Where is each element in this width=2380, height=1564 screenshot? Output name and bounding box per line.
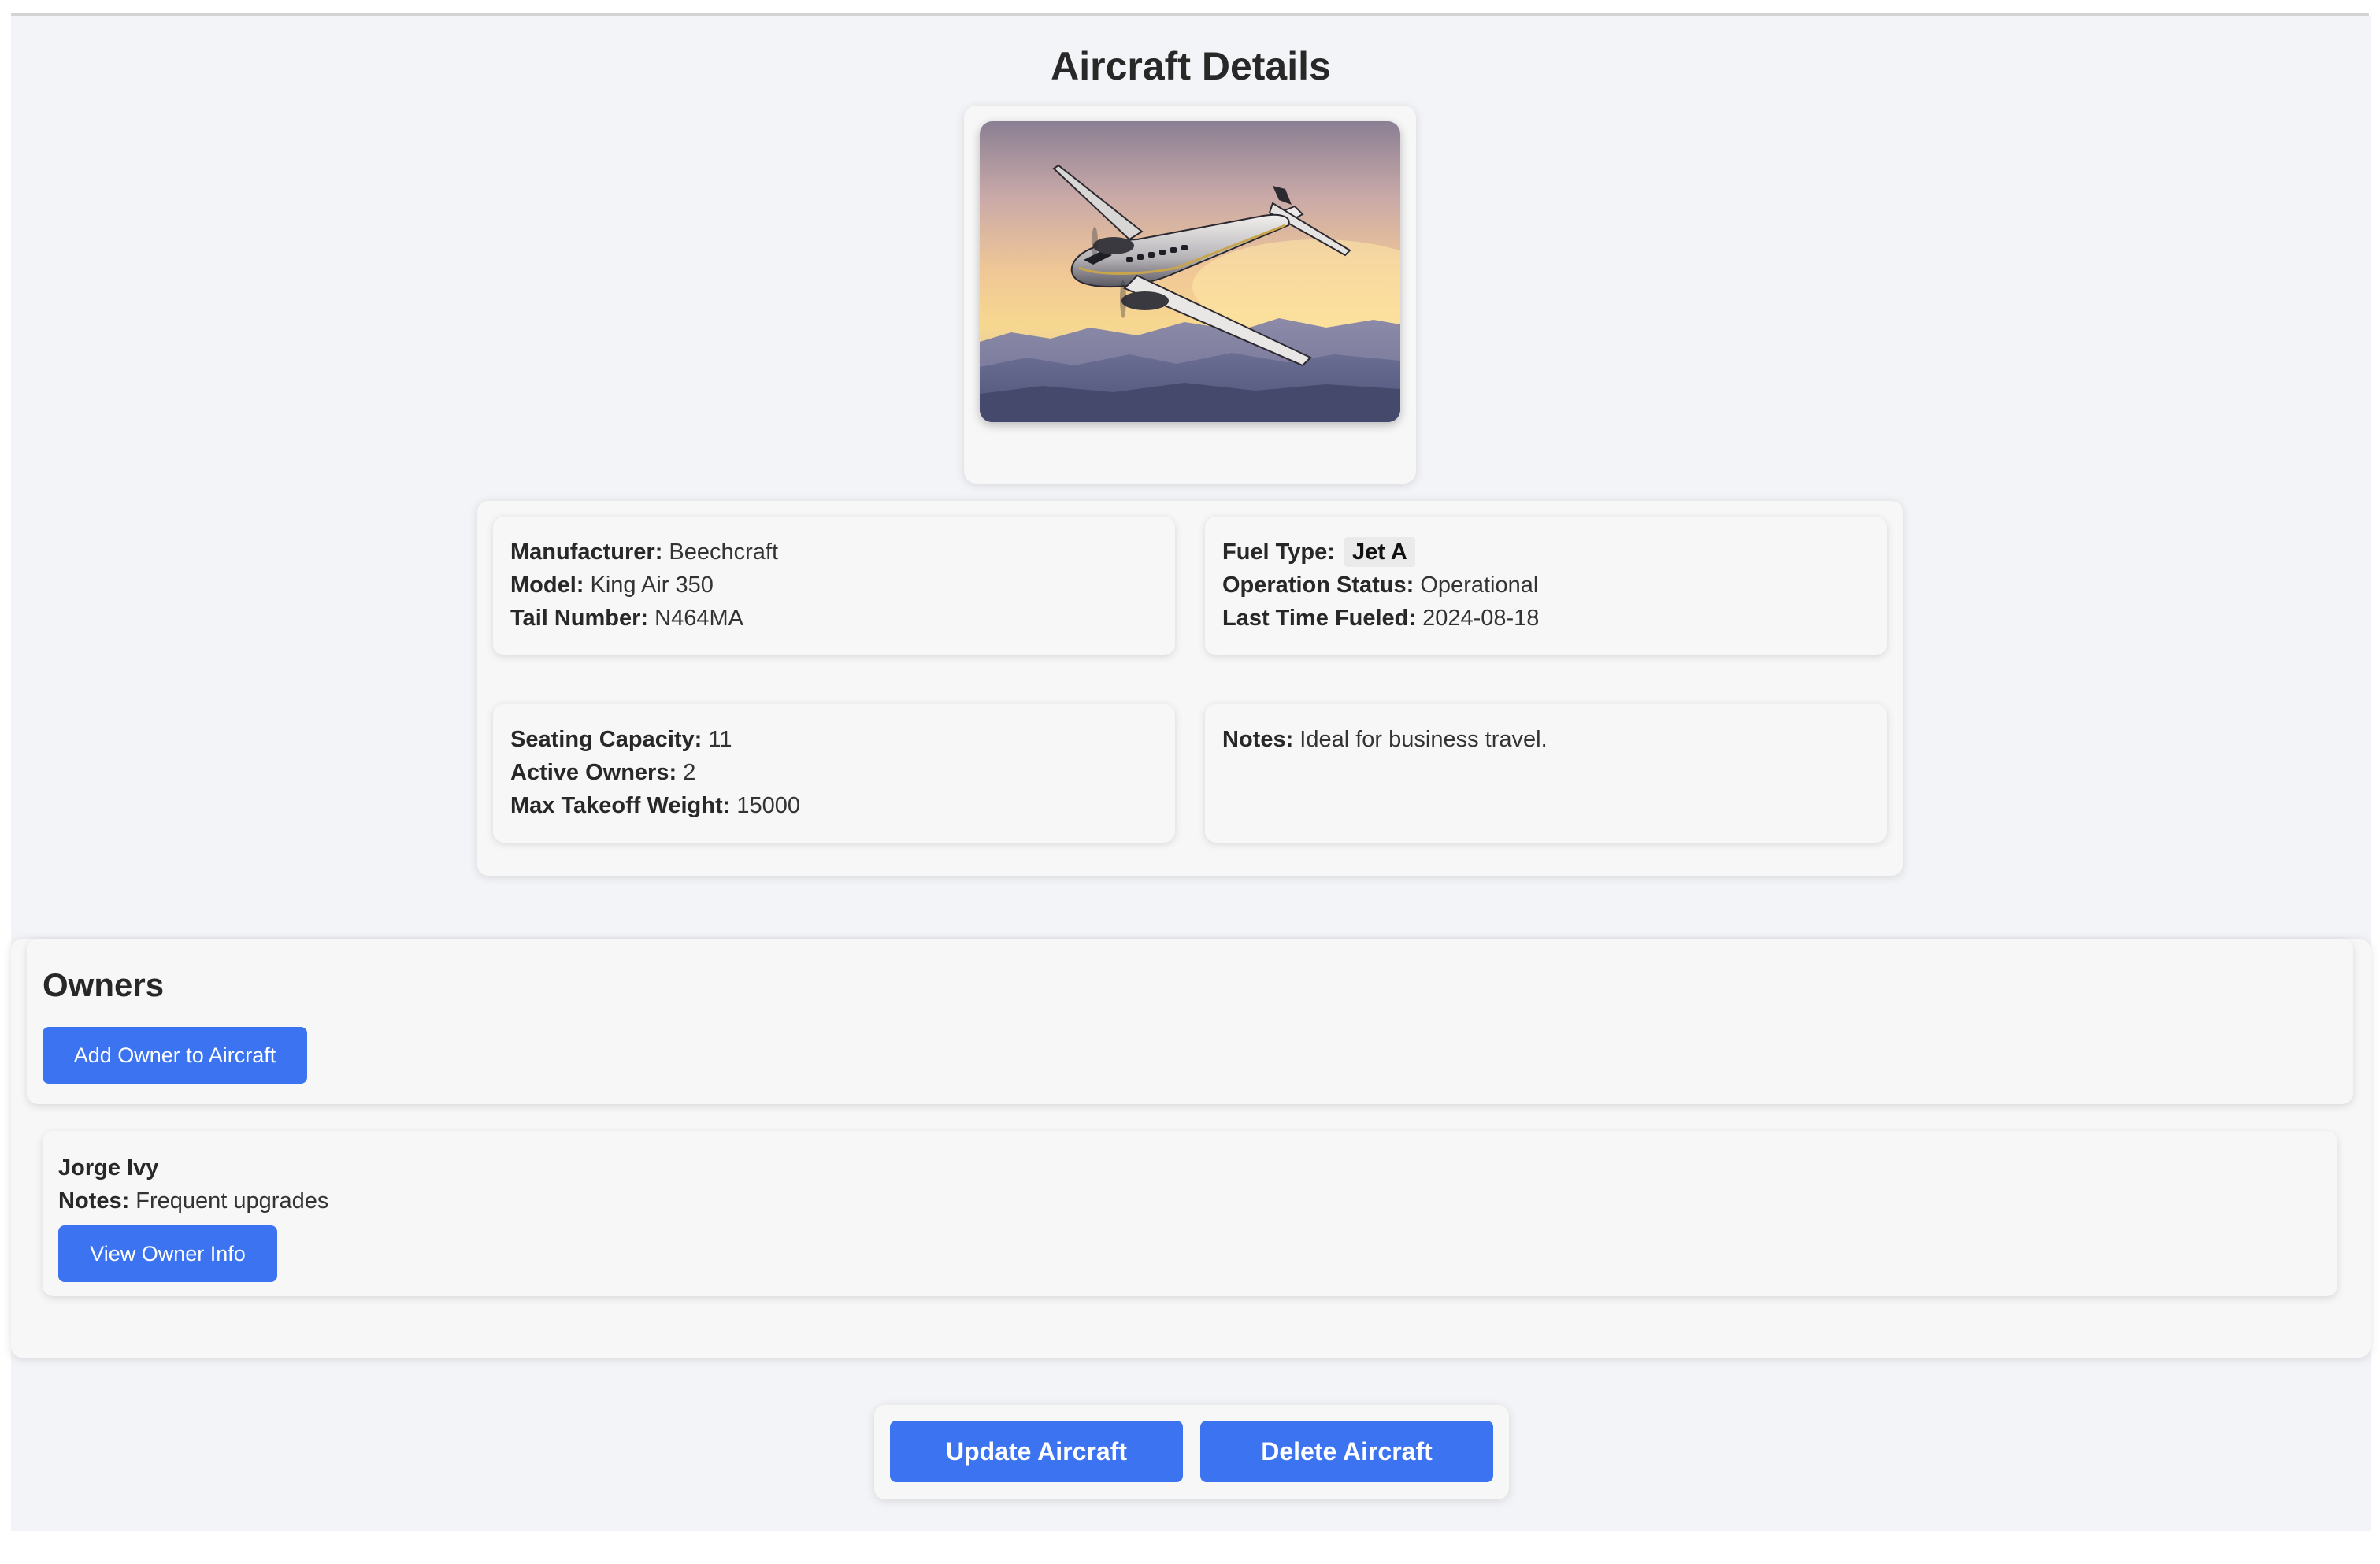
update-aircraft-button[interactable]: Update Aircraft <box>890 1421 1183 1482</box>
max-takeoff-weight-row: Max Takeoff Weight: 15000 <box>510 789 1158 822</box>
owner-card: Jorge Ivy Notes: Frequent upgrades View … <box>43 1131 2337 1296</box>
page-title: Aircraft Details <box>1051 44 1331 88</box>
seating-capacity-label: Seating Capacity: <box>510 727 703 752</box>
notes-card: Notes: Ideal for business travel. <box>1205 704 1887 843</box>
max-takeoff-weight-label: Max Takeoff Weight: <box>510 793 731 818</box>
active-owners-row: Active Owners: 2 <box>510 756 1158 789</box>
notes-value: Ideal for business travel. <box>1299 727 1548 752</box>
last-fueled-label: Last Time Fueled: <box>1222 606 1417 631</box>
aircraft-actions: Update Aircraft Delete Aircraft <box>874 1405 1509 1499</box>
notes-label: Notes: <box>1222 727 1294 752</box>
view-owner-info-button[interactable]: View Owner Info <box>58 1225 277 1282</box>
operation-status-row: Operation Status: Operational <box>1222 569 1870 602</box>
model-row: Model: King Air 350 <box>510 569 1158 602</box>
max-takeoff-weight-value: 15000 <box>736 793 800 818</box>
seating-capacity-value: 11 <box>708 727 732 752</box>
notes-row: Notes: Ideal for business travel. <box>1222 723 1870 756</box>
owners-header-card: Owners Add Owner to Aircraft <box>27 939 2353 1104</box>
fuel-type-label: Fuel Type: <box>1222 539 1335 565</box>
model-value: King Air 350 <box>590 573 714 598</box>
active-owners-value: 2 <box>683 760 696 785</box>
owner-name: Jorge Ivy <box>58 1155 159 1180</box>
tail-number-row: Tail Number: N464MA <box>510 602 1158 635</box>
last-fueled-row: Last Time Fueled: 2024-08-18 <box>1222 602 1870 635</box>
aircraft-image-card <box>964 106 1416 484</box>
delete-aircraft-button[interactable]: Delete Aircraft <box>1200 1421 1493 1482</box>
aircraft-details-page: Aircraft Details Manufacturer: Beechcraf… <box>11 16 2371 1531</box>
fuel-status-card: Fuel Type: Jet A Operation Status: Opera… <box>1205 517 1887 655</box>
aircraft-details-panel: Manufacturer: Beechcraft Model: King Air… <box>477 501 1903 876</box>
capacity-card: Seating Capacity: 11 Active Owners: 2 Ma… <box>493 704 1175 843</box>
owner-notes-row: Notes: Frequent upgrades <box>58 1184 2322 1217</box>
manufacturer-label: Manufacturer: <box>510 539 663 565</box>
aircraft-photo <box>980 121 1400 422</box>
add-owner-button[interactable]: Add Owner to Aircraft <box>43 1027 307 1084</box>
model-label: Model: <box>510 573 584 598</box>
last-fueled-value: 2024-08-18 <box>1422 606 1540 631</box>
operation-status-label: Operation Status: <box>1222 573 1414 598</box>
owners-title: Owners <box>43 966 165 1003</box>
manufacturer-row: Manufacturer: Beechcraft <box>510 536 1158 569</box>
fuel-type-badge: Jet A <box>1344 537 1415 567</box>
owners-section: Owners Add Owner to Aircraft Jorge Ivy N… <box>11 939 2371 1358</box>
tail-number-value: N464MA <box>654 606 743 631</box>
fuel-type-row: Fuel Type: Jet A <box>1222 536 1870 569</box>
identity-card: Manufacturer: Beechcraft Model: King Air… <box>493 517 1175 655</box>
active-owners-label: Active Owners: <box>510 760 677 785</box>
owner-notes-label: Notes: <box>58 1188 130 1214</box>
seating-capacity-row: Seating Capacity: 11 <box>510 723 1158 756</box>
operation-status-value: Operational <box>1420 573 1539 598</box>
tail-number-label: Tail Number: <box>510 606 649 631</box>
manufacturer-value: Beechcraft <box>669 539 779 565</box>
owner-notes-value: Frequent upgrades <box>135 1188 329 1214</box>
